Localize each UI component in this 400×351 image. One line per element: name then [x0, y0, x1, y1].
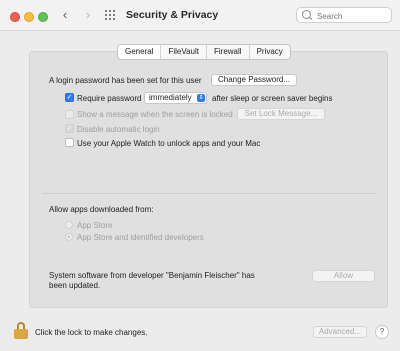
close-button[interactable] — [10, 12, 20, 22]
advanced-button[interactable]: Advanced... — [313, 326, 367, 338]
lock-status-text: Click the lock to make changes. — [35, 328, 148, 337]
system-software-line2: been updated. — [49, 281, 101, 290]
require-password-value: immediately — [149, 93, 192, 102]
radio-app-store[interactable] — [65, 221, 73, 229]
show-message-checkbox[interactable] — [65, 110, 74, 119]
chevron-left-icon: ‹ — [62, 7, 68, 22]
tab-firewall[interactable]: Firewall — [207, 45, 250, 59]
tab-general[interactable]: General — [118, 45, 162, 59]
apple-watch-checkbox[interactable] — [65, 138, 74, 147]
radio-identified-developers[interactable] — [65, 233, 73, 241]
search-icon — [302, 10, 311, 19]
system-software-line1: System software from developer "Benjamin… — [49, 271, 255, 280]
security-privacy-window: ‹ › Security & Privacy General FileVault… — [0, 0, 400, 351]
allow-button[interactable]: Allow — [312, 270, 375, 282]
forward-button[interactable]: › — [81, 8, 95, 22]
show-message-label: Show a message when the screen is locked — [77, 110, 233, 119]
search-input[interactable] — [315, 9, 389, 23]
section-divider — [42, 193, 375, 194]
zoom-button[interactable] — [38, 12, 48, 22]
tab-bar: General FileVault Firewall Privacy — [117, 44, 291, 60]
tab-filevault[interactable]: FileVault — [161, 45, 207, 59]
disable-auto-login-label: Disable automatic login — [77, 125, 160, 134]
set-lock-message-button[interactable]: Set Lock Message... — [237, 108, 325, 120]
search-field[interactable] — [296, 7, 392, 23]
radio-app-store-label: App Store — [77, 221, 113, 230]
require-password-suffix: after sleep or screen saver begins — [212, 94, 333, 103]
chevron-right-icon: › — [85, 7, 91, 22]
window-title: Security & Privacy — [126, 9, 219, 21]
change-password-button[interactable]: Change Password... — [211, 74, 297, 86]
tab-privacy[interactable]: Privacy — [250, 45, 290, 59]
minimize-button[interactable] — [24, 12, 34, 22]
title-bar: ‹ › Security & Privacy — [0, 0, 400, 31]
lock-icon[interactable] — [14, 322, 28, 339]
require-password-select[interactable]: immediately ⇕ — [144, 92, 207, 104]
apple-watch-label: Use your Apple Watch to unlock apps and … — [77, 139, 261, 148]
require-password-checkbox[interactable]: ✓ — [65, 93, 74, 102]
login-password-text: A login password has been set for this u… — [49, 76, 202, 85]
back-button[interactable]: ‹ — [58, 8, 72, 22]
disable-auto-login-checkbox[interactable]: ✓ — [65, 124, 74, 133]
chevron-updown-icon: ⇕ — [197, 94, 205, 102]
radio-identified-developers-label: App Store and identified developers — [77, 233, 204, 242]
allow-apps-heading: Allow apps downloaded from: — [49, 205, 154, 214]
help-button[interactable]: ? — [375, 325, 389, 339]
show-all-grid-icon[interactable] — [105, 10, 115, 20]
general-panel: A login password has been set for this u… — [29, 51, 388, 308]
require-password-label: Require password — [77, 94, 142, 103]
